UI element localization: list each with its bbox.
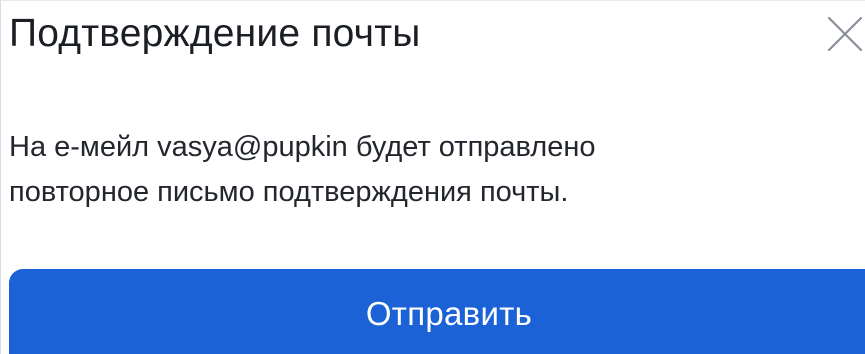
send-button-label: Отправить: [365, 295, 533, 332]
email-confirmation-dialog: Подтверждение почты На е-мейл vasya@pupk…: [0, 0, 865, 354]
dialog-message: На е-мейл vasya@pupkin будет отправлено …: [9, 125, 859, 215]
close-icon: [827, 16, 863, 52]
message-line-1: На е-мейл vasya@pupkin будет отправлено: [9, 131, 596, 163]
send-button[interactable]: Отправить: [9, 269, 865, 354]
close-button[interactable]: [826, 15, 864, 53]
dialog-title: Подтверждение почты: [9, 12, 421, 55]
message-line-2: повторное письмо подтверждения почты.: [9, 176, 569, 208]
